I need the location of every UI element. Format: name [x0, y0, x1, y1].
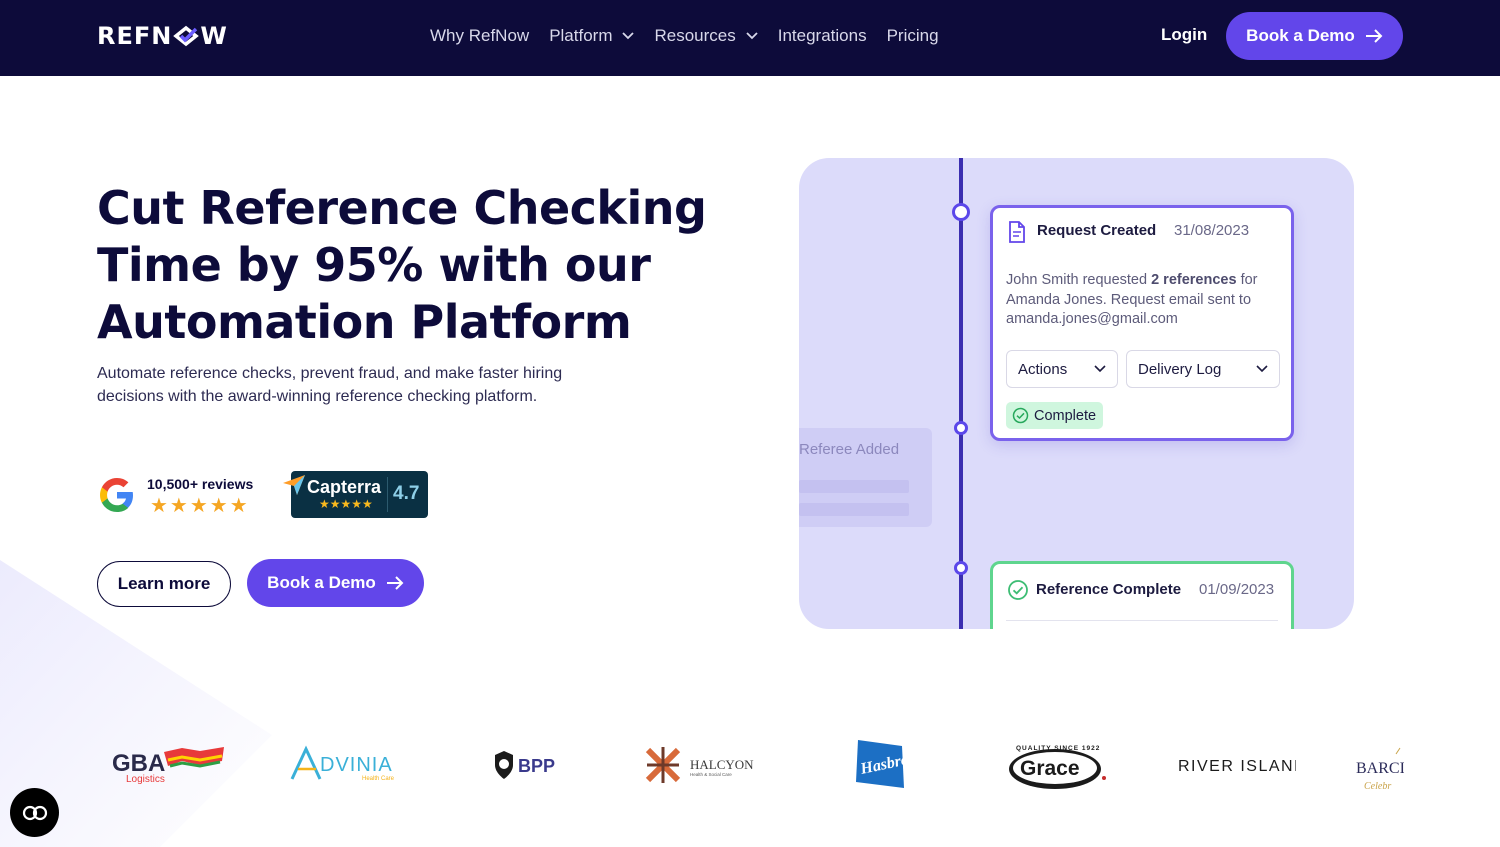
nav-links: Why RefNow Platform Resources Integratio…	[430, 24, 959, 48]
timeline-dot	[954, 561, 968, 575]
svg-text:BPP: BPP	[518, 756, 555, 776]
svg-text:Health & Social Care: Health & Social Care	[690, 772, 732, 777]
timeline-dot	[952, 203, 970, 221]
select-value: Actions	[1018, 360, 1068, 378]
logo-check-icon	[173, 25, 200, 47]
google-stars: ★★★★★	[150, 495, 250, 517]
button-label: Book a Demo	[267, 573, 376, 592]
svg-text:HALCYON: HALCYON	[690, 757, 754, 772]
chevron-down-icon	[1256, 365, 1268, 373]
barcroft-logo: BARCI Celebr	[1356, 747, 1404, 792]
referee-added-card: Referee Added	[799, 428, 932, 527]
status-text: Complete	[1034, 407, 1097, 424]
placeholder-bar	[799, 480, 909, 493]
river-island-logo: RIVER ISLAND	[1178, 758, 1296, 775]
svg-text:Celebr: Celebr	[1364, 781, 1391, 792]
delivery-log-select[interactable]: Delivery Log	[1126, 350, 1280, 388]
nav-link-label: Platform	[549, 26, 613, 45]
capterra-rating[interactable]: Capterra ★★★★★ 4.7	[283, 471, 428, 518]
bpp-logo: BPP	[495, 751, 555, 779]
svg-text:DVINIA: DVINIA	[320, 754, 393, 776]
svg-text:Health Care: Health Care	[362, 776, 395, 782]
grace-logo: QUALITY SINCE 1922 Grace	[1009, 745, 1106, 789]
chevron-down-icon	[1094, 365, 1106, 373]
nav-book-demo-button[interactable]: Book a Demo	[1226, 12, 1403, 60]
logo-text-n: N	[151, 22, 173, 50]
referee-added-label: Referee Added	[799, 441, 900, 458]
svg-text:Logistics: Logistics	[126, 774, 165, 785]
check-circle-icon	[1012, 407, 1029, 424]
logo-text-w: W	[200, 22, 228, 50]
capterra-stars: ★★★★★	[319, 497, 373, 511]
capterra-arrow-icon	[283, 475, 305, 495]
chevron-down-icon	[746, 32, 758, 40]
placeholder-bar	[799, 503, 909, 516]
reference-complete-card: Reference Complete 01/09/2023	[990, 561, 1294, 629]
timeline-illustration: Referee Added Request Created 31/08/2023…	[799, 158, 1354, 629]
timeline-line	[959, 158, 963, 629]
advinia-logo: DVINIA Health Care	[290, 745, 395, 782]
capterra-score: 4.7	[393, 483, 420, 504]
document-icon	[1009, 221, 1025, 243]
book-demo-button[interactable]: Book a Demo	[247, 559, 424, 607]
nav-link-pricing[interactable]: Pricing	[887, 24, 939, 48]
hero-title: Cut Reference Checking Time by 95% with …	[97, 181, 707, 349]
client-logos: GBA Logistics DVINIA Health Care BPP HAL…	[0, 730, 1500, 800]
nav-link-label: Pricing	[886, 26, 939, 45]
nav-link-label: Why RefNow	[430, 26, 530, 45]
check-circle-icon	[1008, 580, 1028, 600]
arrow-right-icon	[1365, 29, 1383, 43]
arrow-right-icon	[386, 576, 404, 590]
google-icon	[100, 478, 133, 512]
card-date: 01/09/2023	[1199, 581, 1275, 598]
nav-link-integrations[interactable]: Integrations	[778, 24, 867, 48]
nav-link-label: Integrations	[777, 26, 867, 45]
google-rating[interactable]: 10,500+ reviews ★★★★★	[97, 474, 267, 517]
hero-subtitle: Automate reference checks, prevent fraud…	[97, 365, 563, 405]
top-navigation: REF N W Why RefNow Platform Resources Int…	[0, 0, 1500, 76]
button-label: Book a Demo	[1246, 26, 1355, 45]
timeline-dot	[954, 421, 968, 435]
hasbro-logo: Hasbro	[856, 740, 908, 788]
select-value: Delivery Log	[1138, 360, 1222, 378]
accessibility-icon	[22, 805, 47, 820]
learn-more-button[interactable]: Learn more	[97, 561, 231, 607]
request-created-card: Request Created 31/08/2023 John Smith re…	[990, 205, 1294, 441]
halcyon-logo: HALCYON Health & Social Care	[645, 747, 754, 783]
chevron-down-icon	[622, 32, 635, 40]
accessibility-button[interactable]	[10, 788, 59, 837]
gba-logistics-logo: GBA Logistics	[112, 747, 224, 785]
nav-link-label: Resources	[654, 26, 736, 45]
svg-text:RIVER ISLAND: RIVER ISLAND	[1178, 758, 1296, 775]
capterra-name: Capterra	[307, 477, 382, 497]
divider	[1006, 620, 1278, 621]
svg-text:BARCI: BARCI	[1356, 760, 1404, 777]
status-badge: Complete	[1006, 402, 1104, 429]
description-text: John Smith requested	[1006, 272, 1152, 288]
google-review-count: 10,500+ reviews	[147, 476, 254, 492]
logo-text-ref: REF	[97, 22, 152, 50]
nav-link-why-refnow[interactable]: Why RefNow	[430, 24, 529, 48]
nav-link-platform[interactable]: Platform	[549, 24, 635, 48]
capterra-divider	[387, 477, 388, 512]
svg-text:Grace: Grace	[1020, 757, 1080, 780]
card-description: John Smith requested 2 references for Am…	[1006, 271, 1286, 330]
login-link[interactable]: Login	[1161, 25, 1207, 45]
card-date: 31/08/2023	[1174, 222, 1250, 239]
nav-link-resources[interactable]: Resources	[654, 24, 758, 48]
refnow-logo[interactable]: REF N W	[97, 22, 228, 50]
card-title: Reference Complete	[1036, 581, 1182, 598]
actions-select[interactable]: Actions	[1006, 350, 1118, 388]
description-bold: 2 references	[1151, 272, 1237, 288]
card-title: Request Created	[1037, 222, 1157, 239]
svg-text:GBA: GBA	[112, 750, 165, 777]
